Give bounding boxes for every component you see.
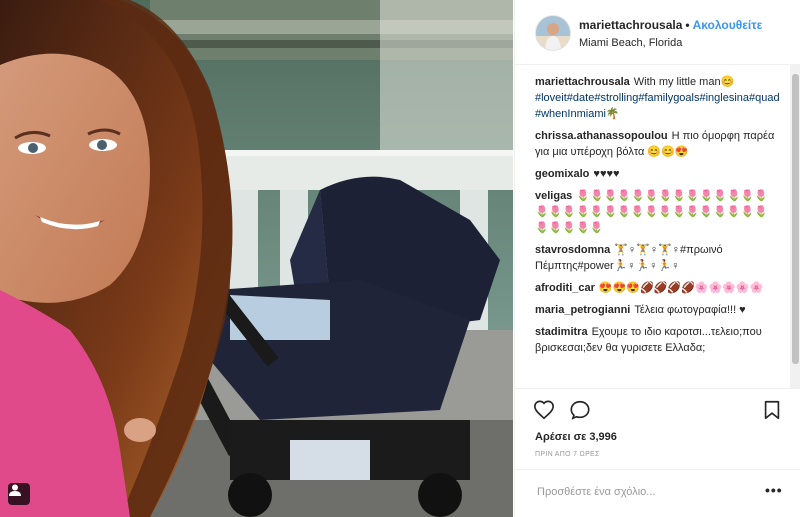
person-tag-icon <box>9 484 21 496</box>
heart-icon[interactable] <box>533 399 555 421</box>
location-link[interactable]: Miami Beach, Florida <box>579 37 682 49</box>
comment-username[interactable]: maria_petrogianni <box>535 304 630 316</box>
caption: mariettachrousala With my little man😊 #lo… <box>535 74 781 122</box>
more-options-button[interactable]: ••• <box>765 482 783 498</box>
caption-emoji: 😊 <box>720 76 735 88</box>
likes-count[interactable]: Αρέσει σε 3,996 <box>535 431 617 443</box>
comment-text: Τέλεια φωτογραφία!!! ♥ <box>634 304 746 316</box>
header-user-line: mariettachrousala • Ακολουθείτε <box>579 18 762 32</box>
list-item: stavrosdomna 🏋♀🏋♀🏋♀#πρωινό Πέμπτης#power🏃… <box>535 242 781 274</box>
list-item: chrissa.athanassopoulou Η πιο όμορφη παρέ… <box>535 128 781 160</box>
comment-username[interactable]: chrissa.athanassopoulou <box>535 130 668 142</box>
caption-text: With my little man <box>633 76 721 88</box>
post-timestamp[interactable]: ΠΡΙΝ ΑΠΟ 7 ΩΡΕΣ <box>535 451 600 458</box>
tagged-people-button[interactable] <box>8 483 30 505</box>
comment-username[interactable]: geomixalo <box>535 168 589 180</box>
list-item: stadimitra Εχουμε το ιδιο καροτσι...τελει… <box>535 324 781 356</box>
comment-username[interactable]: veligas <box>535 190 572 202</box>
instagram-post: mariettachrousala • Ακολουθείτε Miami Beac… <box>0 0 800 517</box>
caption-username[interactable]: mariettachrousala <box>535 76 630 88</box>
comment-text: ♥♥♥♥ <box>593 168 620 180</box>
header-separator: • <box>685 18 690 32</box>
comment-icon[interactable] <box>569 399 591 421</box>
photo-illustration <box>0 0 513 517</box>
add-comment-input[interactable] <box>535 483 749 501</box>
post-header: mariettachrousala • Ακολουθείτε Miami Beac… <box>515 0 800 65</box>
avatar[interactable] <box>535 15 571 51</box>
comment-username[interactable]: afroditi_car <box>535 282 595 294</box>
post-sidebar: mariettachrousala • Ακολουθείτε Miami Beac… <box>514 0 800 517</box>
following-button[interactable]: Ακολουθείτε <box>693 18 763 32</box>
post-photo[interactable] <box>0 0 513 517</box>
list-item: afroditi_car 😍😍😍🏈🏈🏈🏈🌸🌸🌸🌸🌸 <box>535 280 781 296</box>
caption-hashtags[interactable]: #loveit#date#strolling#familygoals#ingle… <box>535 92 780 120</box>
scrollbar-thumb[interactable] <box>792 74 799 364</box>
comments-list: mariettachrousala With my little man😊 #lo… <box>535 74 781 386</box>
header-username[interactable]: mariettachrousala <box>579 18 682 32</box>
comments-scrollbar[interactable] <box>790 64 800 388</box>
comment-text: 😍😍😍🏈🏈🏈🏈🌸🌸🌸🌸🌸 <box>598 282 764 294</box>
avatar-image <box>536 16 570 50</box>
comment-username[interactable]: stadimitra <box>535 326 588 338</box>
bookmark-icon[interactable] <box>761 399 783 421</box>
list-item: geomixalo ♥♥♥♥ <box>535 166 781 182</box>
caption-hashtags-emoji: 🌴 <box>605 108 620 120</box>
comment-username[interactable]: stavrosdomna <box>535 244 610 256</box>
add-comment-bar: ••• <box>515 469 800 513</box>
post-actions <box>515 388 800 429</box>
list-item: veligas 🌷🌷🌷🌷🌷🌷🌷🌷🌷🌷🌷🌷🌷🌷🌷🌷🌷🌷🌷🌷🌷🌷🌷🌷🌷🌷🌷🌷🌷🌷🌷🌷🌷… <box>535 188 781 236</box>
list-item: maria_petrogianni Τέλεια φωτογραφία!!! ♥ <box>535 302 781 318</box>
